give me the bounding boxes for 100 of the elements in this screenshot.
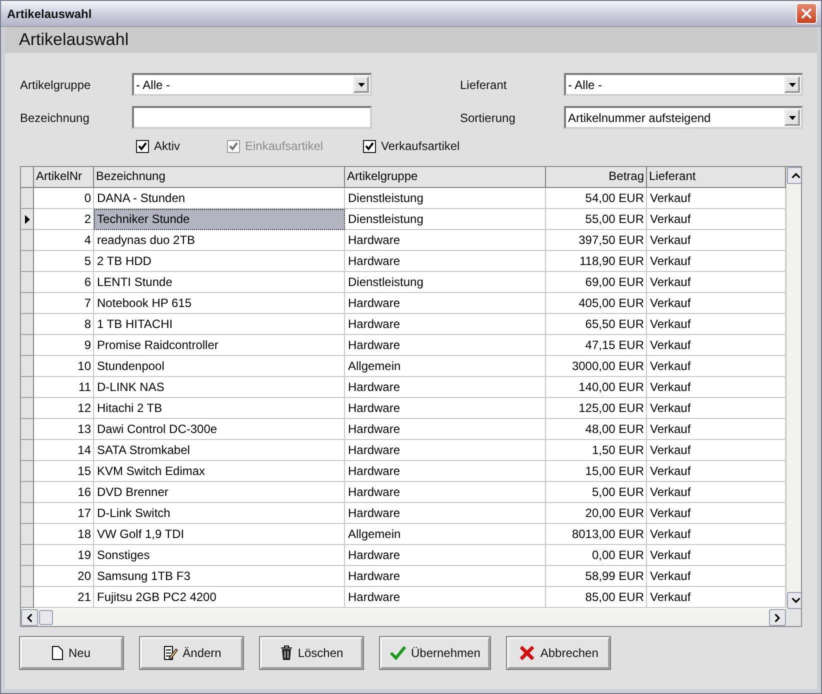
- table-cell[interactable]: Verkauf: [647, 377, 786, 398]
- dropdown-field[interactable]: - Alle -: [132, 73, 372, 96]
- table-cell[interactable]: Verkauf: [647, 503, 786, 524]
- row-indicator[interactable]: [21, 209, 34, 230]
- table-cell[interactable]: 125,00 EUR: [546, 398, 647, 419]
- table-cell[interactable]: Dienstleistung: [345, 188, 546, 209]
- table-cell[interactable]: 0,00 EUR: [546, 545, 647, 566]
- scrollbar-thumb[interactable]: [39, 610, 53, 625]
- table-cell[interactable]: LENTI Stunde: [94, 272, 345, 293]
- table-cell[interactable]: 13: [34, 419, 94, 440]
- scroll-left-icon[interactable]: [21, 609, 38, 626]
- table-cell[interactable]: 1,50 EUR: [546, 440, 647, 461]
- table-cell[interactable]: Verkauf: [647, 209, 786, 230]
- table-cell[interactable]: 0: [34, 188, 94, 209]
- table-cell[interactable]: Verkauf: [647, 272, 786, 293]
- column-header[interactable]: ArtikelNr: [34, 167, 94, 188]
- table-cell[interactable]: Verkauf: [647, 293, 786, 314]
- table-cell[interactable]: 48,00 EUR: [546, 419, 647, 440]
- table-cell[interactable]: Allgemein: [345, 524, 546, 545]
- table-cell[interactable]: 15,00 EUR: [546, 461, 647, 482]
- table-cell[interactable]: 20: [34, 566, 94, 587]
- close-icon[interactable]: [801, 8, 812, 19]
- table-cell[interactable]: Samsung 1TB F3: [94, 566, 345, 587]
- table-cell[interactable]: Verkauf: [647, 314, 786, 335]
- table-cell[interactable]: Hardware: [345, 293, 546, 314]
- table-cell[interactable]: VW Golf 1,9 TDI: [94, 524, 345, 545]
- table-cell[interactable]: Hardware: [345, 335, 546, 356]
- table-cell[interactable]: 69,00 EUR: [546, 272, 647, 293]
- table-cell[interactable]: Verkauf: [647, 356, 786, 377]
- table-cell[interactable]: 12: [34, 398, 94, 419]
- table-cell[interactable]: Verkauf: [647, 587, 786, 608]
- table-cell[interactable]: 17: [34, 503, 94, 524]
- table-cell[interactable]: Verkauf: [647, 419, 786, 440]
- table-cell[interactable]: 15: [34, 461, 94, 482]
- table-cell[interactable]: 4: [34, 230, 94, 251]
- table-cell[interactable]: Verkauf: [647, 566, 786, 587]
- table-cell[interactable]: 18: [34, 524, 94, 545]
- table-cell[interactable]: D-Link Switch: [94, 503, 345, 524]
- table-cell[interactable]: 6: [34, 272, 94, 293]
- table-cell[interactable]: 1 TB HITACHI: [94, 314, 345, 335]
- column-header[interactable]: Lieferant: [647, 167, 786, 188]
- table-cell[interactable]: Dawi Control DC-300e: [94, 419, 345, 440]
- table-cell[interactable]: DVD Brenner: [94, 482, 345, 503]
- column-header[interactable]: Bezeichnung: [94, 167, 345, 188]
- table-cell[interactable]: Hardware: [345, 230, 546, 251]
- table-cell[interactable]: 65,50 EUR: [546, 314, 647, 335]
- table-cell[interactable]: 8: [34, 314, 94, 335]
- close-button[interactable]: [796, 3, 817, 24]
- table-cell[interactable]: Verkauf: [647, 524, 786, 545]
- table-cell[interactable]: Allgemein: [345, 356, 546, 377]
- table-cell[interactable]: 11: [34, 377, 94, 398]
- new-button[interactable]: Neu: [20, 637, 123, 669]
- table-cell[interactable]: Verkauf: [647, 230, 786, 251]
- table-cell[interactable]: 397,50 EUR: [546, 230, 647, 251]
- table-cell[interactable]: 5,00 EUR: [546, 482, 647, 503]
- scroll-up-icon[interactable]: [787, 167, 801, 184]
- table-cell[interactable]: Hardware: [345, 440, 546, 461]
- table-cell[interactable]: DANA - Stunden: [94, 188, 345, 209]
- dropdown-field[interactable]: Artikelnummer aufsteigend: [564, 106, 803, 129]
- table-cell[interactable]: Hardware: [345, 377, 546, 398]
- cancel-button[interactable]: Abbrechen: [507, 637, 610, 669]
- table-cell[interactable]: Hardware: [345, 419, 546, 440]
- table-cell[interactable]: Hardware: [345, 398, 546, 419]
- table-cell[interactable]: 16: [34, 482, 94, 503]
- apply-button[interactable]: Übernehmen: [380, 637, 490, 669]
- table-cell[interactable]: Hardware: [345, 251, 546, 272]
- table-cell[interactable]: 10: [34, 356, 94, 377]
- table-cell[interactable]: Hitachi 2 TB: [94, 398, 345, 419]
- table-cell[interactable]: 21: [34, 587, 94, 608]
- table-cell[interactable]: Verkauf: [647, 545, 786, 566]
- table-cell[interactable]: 5: [34, 251, 94, 272]
- table-cell[interactable]: readynas duo 2TB: [94, 230, 345, 251]
- column-header[interactable]: Betrag: [546, 167, 647, 188]
- table-cell[interactable]: Verkauf: [647, 440, 786, 461]
- table-cell[interactable]: 19: [34, 545, 94, 566]
- table-cell[interactable]: 8013,00 EUR: [546, 524, 647, 545]
- table-cell[interactable]: Hardware: [345, 587, 546, 608]
- table-cell[interactable]: Stundenpool: [94, 356, 345, 377]
- input-field[interactable]: [132, 106, 372, 129]
- table-cell[interactable]: 55,00 EUR: [546, 209, 647, 230]
- edit-button[interactable]: Ändern: [140, 637, 243, 669]
- table-cell[interactable]: 2 TB HDD: [94, 251, 345, 272]
- table-cell[interactable]: 3000,00 EUR: [546, 356, 647, 377]
- table-cell[interactable]: Promise Raidcontroller: [94, 335, 345, 356]
- table-cell[interactable]: Dienstleistung: [345, 272, 546, 293]
- table-cell[interactable]: SATA Stromkabel: [94, 440, 345, 461]
- table-cell[interactable]: Hardware: [345, 482, 546, 503]
- table-cell[interactable]: Sonstiges: [94, 545, 345, 566]
- table-cell[interactable]: Verkauf: [647, 398, 786, 419]
- table-cell[interactable]: 58,99 EUR: [546, 566, 647, 587]
- scroll-right-icon[interactable]: [769, 609, 786, 626]
- table-cell[interactable]: 54,00 EUR: [546, 188, 647, 209]
- table-cell[interactable]: 118,90 EUR: [546, 251, 647, 272]
- table-cell[interactable]: Hardware: [345, 314, 546, 335]
- table-cell[interactable]: Verkauf: [647, 461, 786, 482]
- table-cell[interactable]: Dienstleistung: [345, 209, 546, 230]
- table-cell[interactable]: Verkauf: [647, 335, 786, 356]
- scroll-down-icon[interactable]: [787, 592, 801, 609]
- table-cell[interactable]: 85,00 EUR: [546, 587, 647, 608]
- table-cell[interactable]: Verkauf: [647, 482, 786, 503]
